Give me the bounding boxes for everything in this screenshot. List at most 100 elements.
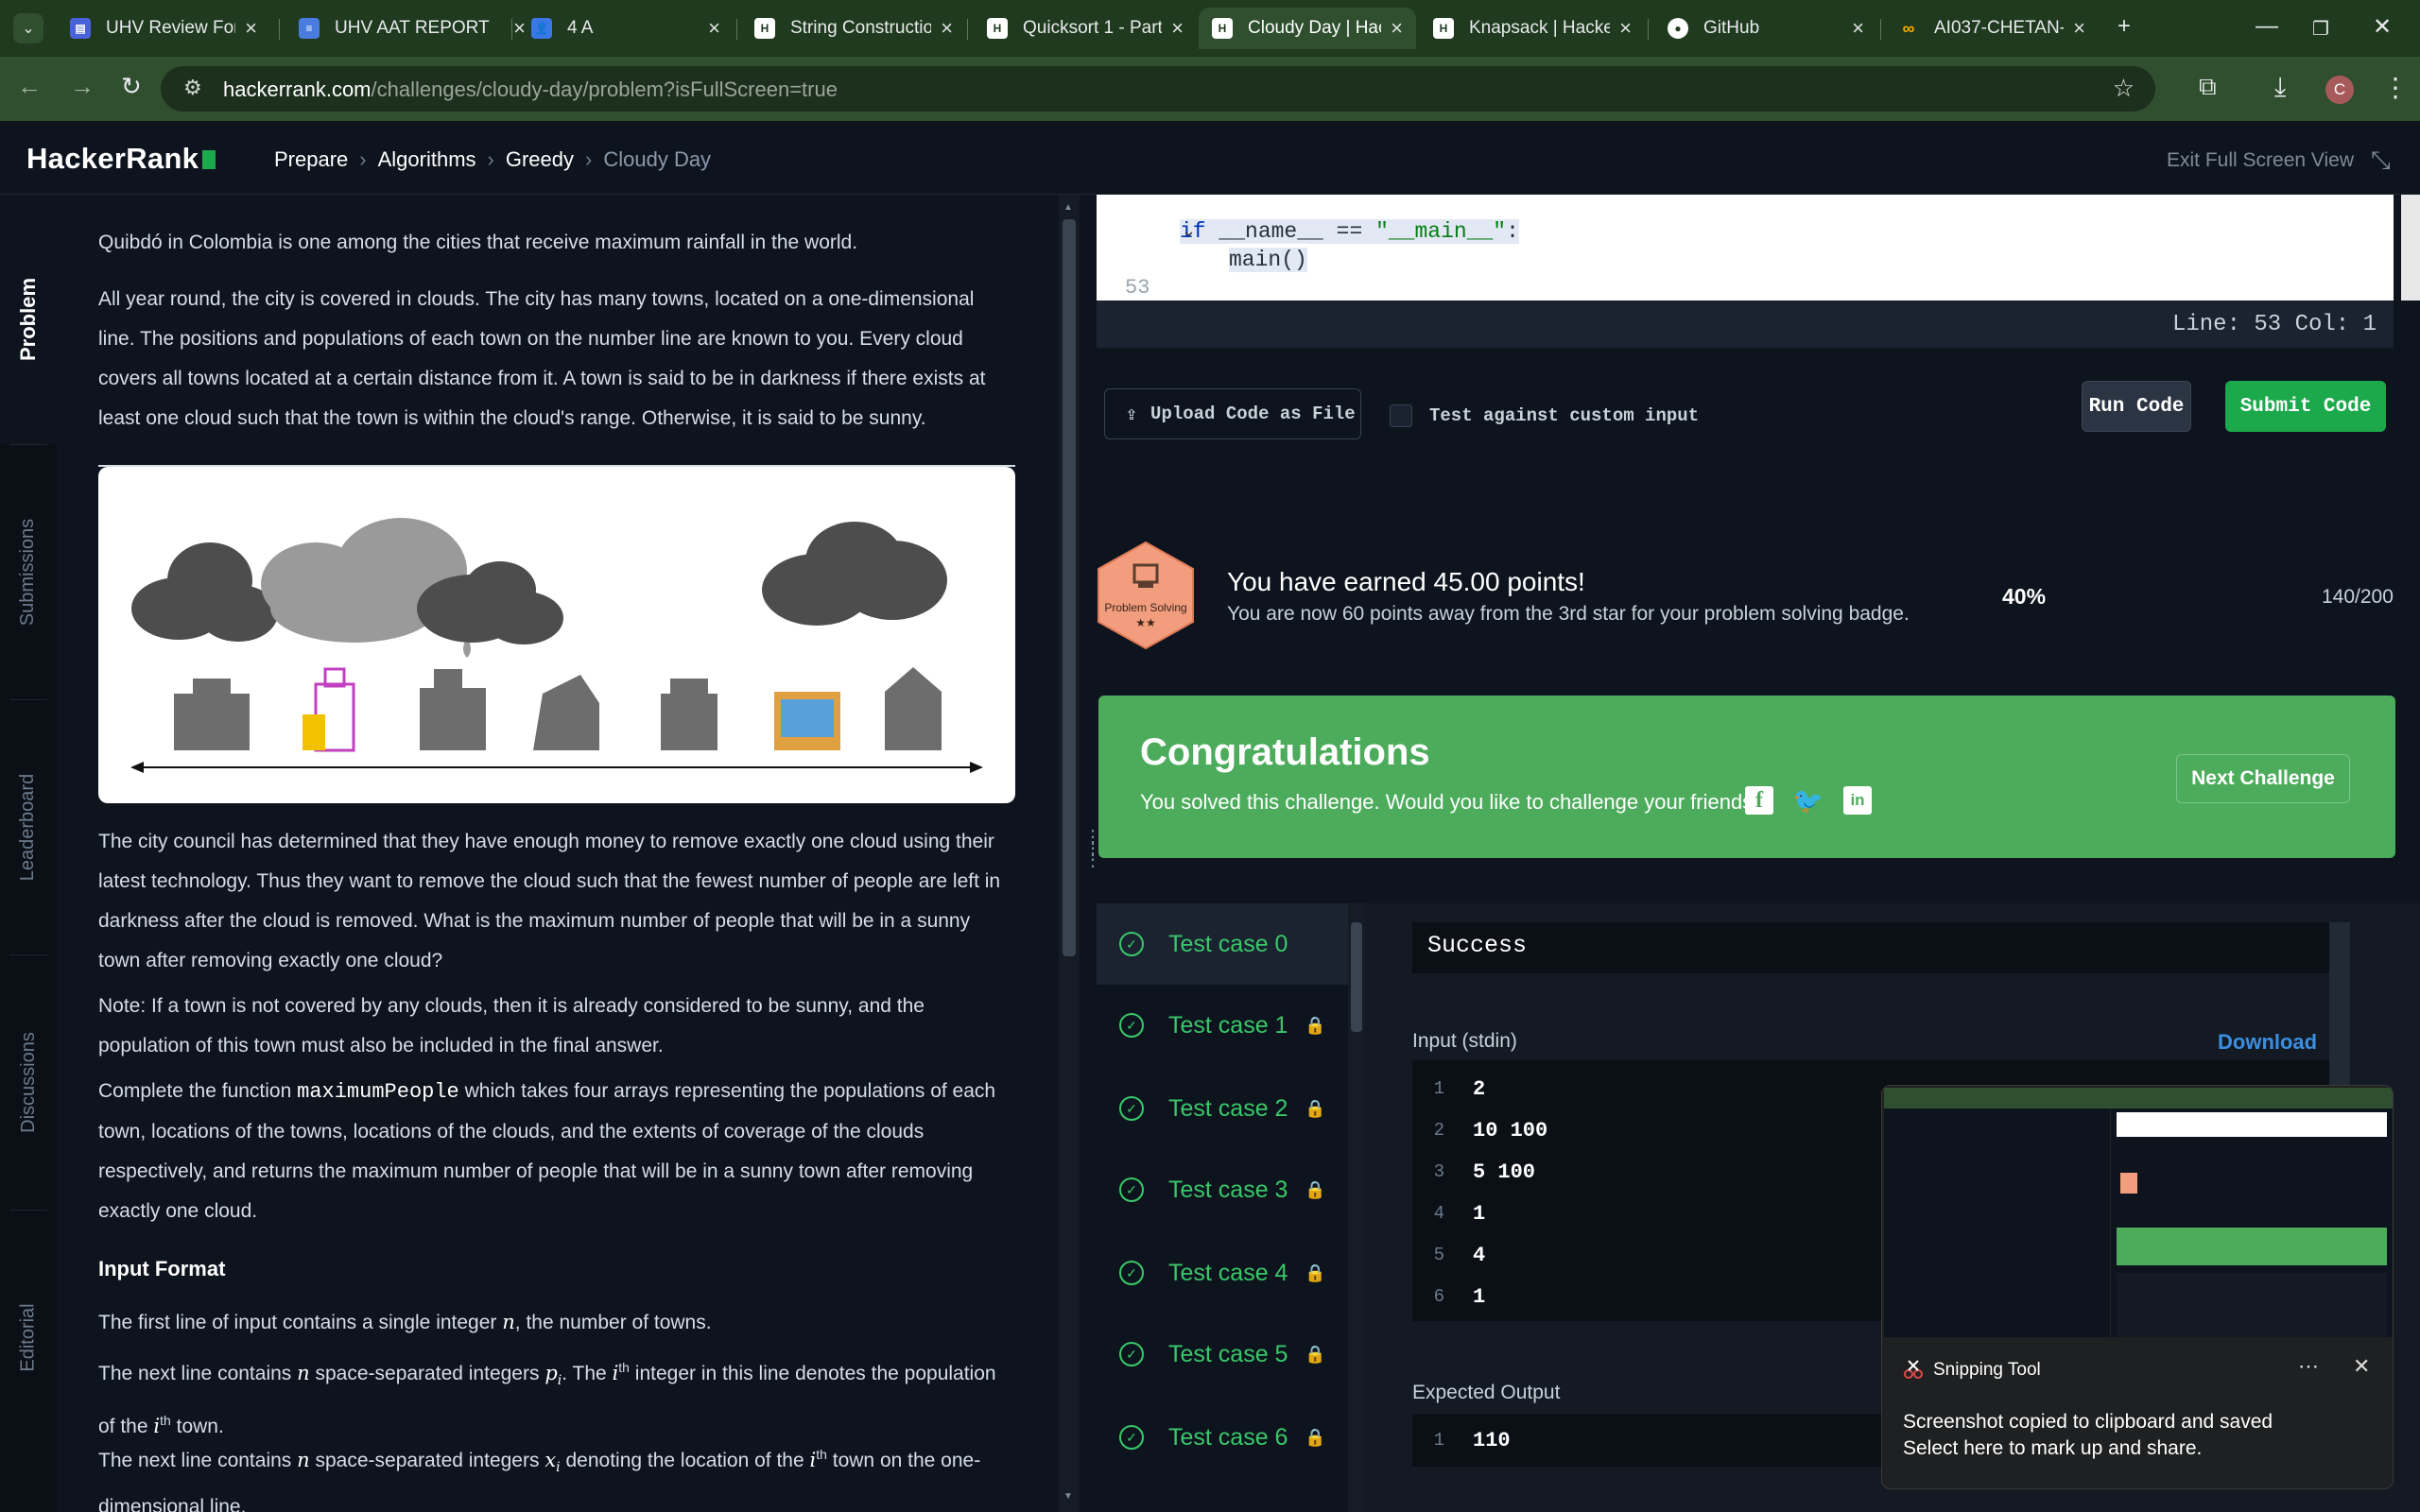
run-code-button[interactable]: Run Code — [2082, 381, 2191, 432]
custom-input-checkbox[interactable] — [1390, 404, 1412, 427]
downloads-icon[interactable]: ⤓ — [2274, 72, 2286, 103]
check-circle-icon: ✓ — [1119, 1013, 1144, 1038]
extensions-icon[interactable]: ⧉ — [2199, 72, 2217, 102]
tab-4a[interactable]: 👤 4 A × — [518, 8, 734, 49]
menu-icon[interactable]: ⋮ — [2382, 72, 2409, 103]
stdin-line: 12 — [1433, 1076, 1486, 1101]
building-icon — [420, 669, 486, 750]
scroll-down-icon[interactable]: ▼ — [1063, 1491, 1073, 1502]
points-earned: You have earned 45.00 points! — [1227, 567, 1585, 596]
address-bar[interactable]: ⚙ hackerrank.com/challenges/cloudy-day/p… — [161, 66, 2155, 112]
screenshot-thumbnail[interactable] — [1884, 1088, 2393, 1337]
scroll-up-icon[interactable]: ▲ — [1063, 202, 1073, 213]
building-icon — [533, 675, 599, 750]
reload-icon[interactable]: ↻ — [121, 72, 142, 101]
tab-uhv-aat-report[interactable]: ≡ UHV AAT REPORT × — [285, 8, 539, 49]
tab-title: AI037-CHETAN-D — [1934, 18, 2064, 38]
close-icon[interactable]: × — [708, 16, 720, 41]
test-case-5[interactable]: ✓ Test case 5 🔒 — [1097, 1314, 1348, 1395]
result-status: Success — [1412, 922, 2329, 973]
chevron-right-icon: › — [585, 147, 593, 171]
test-case-3[interactable]: ✓ Test case 3 🔒 — [1097, 1149, 1348, 1230]
close-icon[interactable]: × — [245, 16, 257, 41]
profile-avatar[interactable]: C — [2325, 76, 2354, 104]
next-challenge-button[interactable]: Next Challenge — [2176, 754, 2350, 803]
breadcrumb-prepare[interactable]: Prepare — [274, 147, 348, 172]
breadcrumb-algorithms[interactable]: Algorithms — [378, 147, 476, 172]
hackerrank-icon: H — [1212, 18, 1233, 39]
snipping-tool-notification[interactable]: Snipping Tool ⋯ ✕ Screenshot copied to c… — [1881, 1085, 2394, 1489]
editor-scrollbar[interactable] — [2401, 195, 2420, 301]
test-case-0[interactable]: ✓ Test case 0 — [1097, 903, 1348, 985]
submit-code-button[interactable]: Submit Code — [2225, 381, 2386, 432]
scrollbar-thumb[interactable] — [1063, 219, 1076, 956]
breadcrumb-greedy[interactable]: Greedy — [506, 147, 574, 172]
download-link[interactable]: Download — [2218, 1030, 2317, 1055]
close-icon[interactable]: × — [1391, 16, 1403, 41]
upload-code-button[interactable]: ⇪ Upload Code as File — [1104, 388, 1361, 439]
rail-label: Problem — [16, 277, 40, 362]
tab-title: Quicksort 1 - Partition — [1023, 18, 1163, 38]
test-case-label: Test case 5 — [1168, 1340, 1288, 1367]
bookmark-star-icon[interactable]: ☆ — [2113, 74, 2135, 103]
lock-icon: 🔒 — [1305, 1179, 1326, 1199]
congrats-subtitle: You solved this challenge. Would you lik… — [1140, 790, 1765, 814]
custom-input-label[interactable]: Test against custom input — [1429, 405, 1699, 426]
close-icon[interactable]: × — [1852, 16, 1864, 41]
result-scrollbar[interactable] — [2329, 922, 2350, 1092]
stdin-value: 1 — [1473, 1201, 1486, 1226]
test-case-scrollbar[interactable] — [1348, 903, 1365, 1512]
facebook-icon[interactable]: f — [1745, 786, 1773, 815]
upload-label: Upload Code as File — [1150, 404, 1356, 424]
minimize-icon[interactable]: — — [2256, 13, 2278, 40]
tab-string-construction[interactable]: H String Construction × — [741, 8, 966, 49]
test-case-6[interactable]: ✓ Test case 6 🔒 — [1097, 1397, 1348, 1478]
breadcrumb: Prepare › Algorithms › Greedy › Cloudy D… — [274, 147, 711, 172]
forward-icon[interactable]: → — [70, 72, 95, 101]
rail-tab-editorial[interactable]: Editorial — [0, 1210, 57, 1465]
tab-colab[interactable]: ∞ AI037-CHETAN-D × — [1885, 8, 2099, 49]
test-case-2[interactable]: ✓ Test case 2 🔒 — [1097, 1068, 1348, 1149]
tab-search-icon[interactable]: ⌄ — [13, 13, 43, 43]
close-icon[interactable]: × — [1171, 16, 1184, 41]
close-icon[interactable]: × — [1619, 16, 1632, 41]
fold-chevron-icon[interactable]: ⌄ — [1182, 221, 1196, 241]
notification-hint: Select here to mark up and share. — [1903, 1437, 2203, 1459]
restore-icon[interactable]: ❐ — [2312, 17, 2329, 41]
close-icon[interactable]: ✕ — [2353, 1354, 2370, 1379]
rail-tab-leaderboard[interactable]: Leaderboard — [0, 699, 57, 954]
rail-tab-problem[interactable]: Problem — [0, 195, 57, 444]
linkedin-icon[interactable]: in — [1843, 786, 1872, 815]
url-text[interactable]: hackerrank.com/challenges/cloudy-day/pro… — [223, 77, 838, 102]
tab-title: UHV Review Form — [106, 18, 235, 38]
scrollbar-thumb[interactable] — [1351, 922, 1362, 1032]
test-case-4[interactable]: ✓ Test case 4 🔒 — [1097, 1232, 1348, 1314]
close-icon[interactable]: × — [2073, 16, 2085, 41]
tab-quicksort[interactable]: H Quicksort 1 - Partition × — [974, 8, 1197, 49]
github-icon: ● — [1668, 18, 1688, 39]
tab-knapsack[interactable]: H Knapsack | HackerRank × — [1420, 8, 1645, 49]
rail-tab-submissions[interactable]: Submissions — [0, 444, 57, 699]
tab-title: UHV AAT REPORT — [335, 18, 490, 38]
exit-fullscreen-icon[interactable]: ⤡ — [2371, 146, 2391, 176]
tab-github[interactable]: ● GitHub × — [1654, 8, 1877, 49]
close-icon[interactable]: × — [941, 16, 953, 41]
expected-output-label: Expected Output — [1412, 1382, 1561, 1403]
site-info-icon[interactable]: ⚙ — [183, 76, 202, 100]
twitter-icon[interactable]: 🐦 — [1793, 786, 1824, 815]
problem-scrollbar[interactable]: ▲ ▼ — [1059, 195, 1080, 1512]
hackerrank-logo[interactable]: HackerRank — [26, 142, 216, 176]
tab-cloudy-day[interactable]: H Cloudy Day | HackerRank × — [1199, 8, 1416, 49]
exit-fullscreen-link[interactable]: Exit Full Screen View — [2167, 149, 2354, 172]
badge-label: Problem Solving — [1104, 601, 1187, 614]
rail-tab-discussions[interactable]: Discussions — [0, 954, 57, 1210]
badge-stars: ★★ — [1135, 616, 1156, 629]
tab-uhv-review-form[interactable]: ▤ UHV Review Form × — [57, 8, 270, 49]
google-classroom-icon: 👤 — [531, 18, 552, 39]
new-tab-icon[interactable]: + — [2118, 13, 2131, 40]
more-options-icon[interactable]: ⋯ — [2298, 1354, 2319, 1379]
test-case-1[interactable]: ✓ Test case 1 🔒 — [1097, 985, 1348, 1066]
back-icon[interactable]: ← — [17, 72, 42, 101]
window-close-icon[interactable]: ✕ — [2373, 13, 2392, 41]
notification-message: Screenshot copied to clipboard and saved — [1903, 1411, 2273, 1433]
